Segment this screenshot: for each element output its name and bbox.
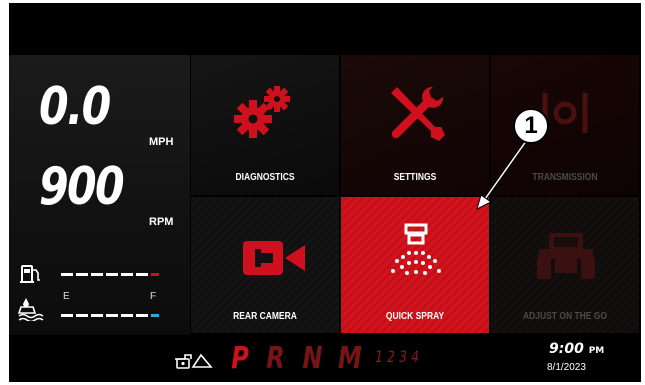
date: 8/1/2023 xyxy=(547,362,586,373)
rpm-unit: RPM xyxy=(149,216,174,228)
speed-readout: 0.0 xyxy=(39,77,111,137)
rear-camera-tile[interactable]: REAR CAMERA xyxy=(191,197,339,333)
clock-time: 9:00 xyxy=(549,341,584,357)
adjust-on-the-go-tile[interactable]: ADJUST ON THE GO xyxy=(491,197,639,333)
spray-nozzle-icon xyxy=(391,223,441,275)
clock-ampm: PM xyxy=(588,346,605,356)
diagnostics-tile[interactable]: DIAGNOSTICS xyxy=(191,55,339,195)
quick-spray-label: QUICK SPRAY xyxy=(385,311,445,322)
spray-tank-level-icon xyxy=(17,298,44,321)
callout-badge: 1 xyxy=(513,108,549,144)
tractor-icon xyxy=(537,233,595,279)
tank-empty-label: E xyxy=(63,291,70,302)
tools-icon xyxy=(391,86,445,141)
tank-full-label: F xyxy=(150,291,157,302)
gear-number-4: 4 xyxy=(411,347,419,366)
gear-manual: M xyxy=(337,341,362,376)
parking-brake-icon xyxy=(175,353,213,369)
gear-number-1: 1 xyxy=(375,347,383,366)
status-bar: P R N M 1 2 3 4 9:00 PM 8/1/2023 xyxy=(9,335,641,382)
settings-tile[interactable]: SETTINGS xyxy=(341,55,489,195)
gear-neutral: N xyxy=(302,341,323,376)
camera-icon xyxy=(243,241,305,275)
gear-park: P xyxy=(231,341,249,376)
rpm-readout: 900 xyxy=(39,157,125,217)
adjust-on-the-go-label: ADJUST ON THE GO xyxy=(522,311,608,322)
gear-reverse: R xyxy=(266,341,285,376)
quick-spray-tile[interactable]: QUICK SPRAY xyxy=(341,197,489,333)
gear-number-3: 3 xyxy=(399,347,407,366)
display-screen: 0.0 MPH 900 RPM E F DIAGNOSTICS SETTINGS… xyxy=(9,3,641,382)
gauge-panel: 0.0 MPH 900 RPM E F xyxy=(9,55,190,335)
gear-number-2: 2 xyxy=(387,347,395,366)
rear-camera-label: REAR CAMERA xyxy=(233,311,297,322)
speed-unit: MPH xyxy=(149,136,174,148)
callout-arrow xyxy=(476,135,531,210)
clock: 9:00 PM xyxy=(549,341,604,357)
diagnostics-label: DIAGNOSTICS xyxy=(235,172,295,183)
fuel-pump-icon xyxy=(20,265,40,283)
settings-label: SETTINGS xyxy=(393,172,437,183)
gears-icon xyxy=(234,86,290,138)
